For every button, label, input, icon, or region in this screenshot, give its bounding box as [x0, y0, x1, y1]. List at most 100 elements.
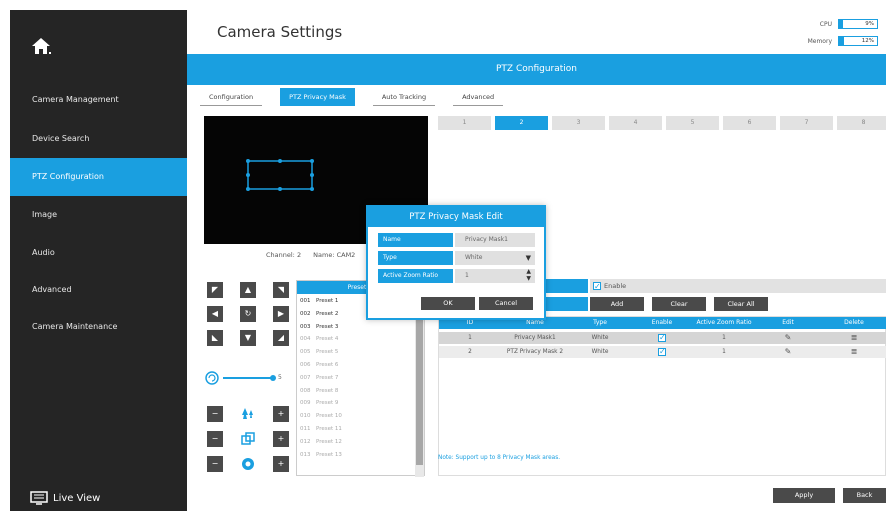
list-item[interactable]: 007 Preset 7 — [300, 372, 338, 384]
memory-value: 12% — [861, 38, 874, 44]
dialog-type-select[interactable]: White ▼ — [455, 251, 535, 265]
pan-right-icon[interactable]: ▶ — [273, 306, 289, 322]
mask-tab-8[interactable]: 8 — [837, 116, 886, 130]
row-enable-checkbox[interactable] — [658, 332, 666, 344]
preset-name: Preset 4 — [316, 336, 339, 343]
preset-id: 012 — [300, 438, 311, 445]
sidebar-item-camera-management[interactable]: Camera Management — [10, 81, 187, 119]
pan-up-icon[interactable]: ▲ — [240, 282, 256, 298]
sidebar-item-image[interactable]: Image — [10, 196, 187, 234]
mask-tab-6[interactable]: 6 — [723, 116, 776, 130]
list-item[interactable]: 009 Preset 9 — [300, 397, 338, 409]
preset-id: 002 — [300, 310, 311, 317]
preset-id: 009 — [300, 400, 311, 407]
pan-down-icon[interactable]: ▼ — [240, 330, 256, 346]
preset-name: Preset 5 — [316, 349, 339, 356]
apply-button[interactable]: Apply — [773, 488, 835, 503]
dialog-zoom-stepper[interactable]: 1 ▲ ▼ — [455, 268, 535, 283]
iris-close-icon[interactable]: − — [207, 456, 223, 472]
edit-icon[interactable]: ✎ — [755, 346, 821, 358]
section-header: PTZ Configuration — [187, 54, 886, 85]
dialog-type-label: Type — [378, 251, 453, 265]
mask-tab-4[interactable]: 4 — [609, 116, 662, 130]
rotate-icon[interactable]: ↻ — [240, 306, 256, 322]
row-enable[interactable] — [631, 346, 693, 358]
preset-scrollbar-thumb[interactable] — [416, 295, 423, 465]
memory-meter: Memory 12% — [808, 36, 878, 46]
list-item[interactable]: 008 Preset 8 — [300, 385, 338, 397]
list-item[interactable]: 004 Preset 4 — [300, 333, 338, 345]
stepper-arrows-icon[interactable]: ▲ ▼ — [526, 268, 531, 282]
row-enable-checkbox[interactable] — [658, 346, 666, 358]
pan-up-left-icon[interactable]: ◤ — [207, 282, 223, 298]
mask-tab-7[interactable]: 7 — [780, 116, 833, 130]
preset-id: 007 — [300, 374, 311, 381]
preset-name: Preset 10 — [316, 413, 342, 420]
sidebar-item-device-search[interactable]: Device Search — [10, 120, 187, 158]
sidebar-item-camera-maintenance[interactable]: Camera Maintenance — [10, 308, 187, 346]
list-item[interactable]: 010 Preset 10 — [300, 410, 342, 422]
tab-ptz-privacy-mask[interactable]: PTZ Privacy Mask — [280, 88, 355, 106]
preset-name: Preset 7 — [316, 374, 339, 381]
sidebar-item-ptz-configuration[interactable]: PTZ Configuration — [10, 158, 187, 196]
tab-auto-tracking[interactable]: Auto Tracking — [372, 88, 436, 106]
list-item[interactable]: 001 Preset 1 — [300, 295, 338, 307]
mask-tab-1[interactable]: 1 — [438, 116, 491, 130]
live-view-button[interactable]: Live View — [30, 491, 100, 505]
col-type: Type — [593, 319, 607, 326]
monitor-icon — [30, 491, 48, 505]
enable-checkbox[interactable] — [593, 280, 601, 294]
zoom-in-icon[interactable]: + — [273, 406, 289, 422]
preset-id: 008 — [300, 387, 311, 394]
zoom-out-icon[interactable]: − — [207, 406, 223, 422]
pan-left-icon[interactable]: ◀ — [207, 306, 223, 322]
enable-row[interactable]: Enable — [590, 279, 886, 294]
edit-icon[interactable]: ✎ — [755, 332, 821, 344]
memory-bar: 12% — [838, 36, 878, 46]
focus-near-icon[interactable]: − — [207, 431, 223, 447]
list-item[interactable]: 003 Preset 3 — [300, 321, 338, 333]
pan-down-right-icon[interactable]: ◢ — [273, 330, 289, 346]
memory-label: Memory — [807, 37, 832, 45]
list-item[interactable]: 012 Preset 12 — [300, 436, 342, 448]
tab-configuration[interactable]: Configuration — [200, 88, 263, 106]
preset-id: 005 — [300, 349, 311, 356]
clear-all-button[interactable]: Clear All — [714, 297, 768, 311]
preset-name: Preset 1 — [316, 298, 339, 304]
row-type: White — [591, 349, 609, 355]
iris-open-icon[interactable]: + — [273, 456, 289, 472]
cpu-value: 9% — [865, 21, 874, 27]
table-row[interactable]: 1 Privacy Mask1 White 1 ✎ ≣ — [439, 332, 886, 344]
focus-far-icon[interactable]: + — [273, 431, 289, 447]
dialog-ok-button[interactable]: OK — [421, 297, 475, 310]
delete-icon[interactable]: ≣ — [821, 332, 886, 344]
dialog-type-value: White — [465, 254, 483, 261]
list-item[interactable]: 006 Preset 6 — [300, 359, 338, 371]
channel-name: Name: CAM2 — [313, 251, 356, 259]
delete-icon[interactable]: ≣ — [821, 346, 886, 358]
speed-slider[interactable] — [205, 371, 285, 385]
dialog-cancel-button[interactable]: Cancel — [479, 297, 533, 310]
dialog-name-input[interactable]: Privacy Mask1 — [455, 233, 535, 247]
home-icon[interactable] — [30, 35, 52, 57]
preset-id: 004 — [300, 336, 311, 343]
mask-tab-3[interactable]: 3 — [552, 116, 605, 130]
list-item[interactable]: 002 Preset 2 — [300, 308, 338, 320]
sidebar-item-audio[interactable]: Audio — [10, 234, 187, 272]
add-button[interactable]: Add — [590, 297, 644, 311]
pan-down-left-icon[interactable]: ◣ — [207, 330, 223, 346]
row-enable[interactable] — [631, 332, 693, 344]
list-item[interactable]: 005 Preset 5 — [300, 346, 338, 358]
list-item[interactable]: 013 Preset 13 — [300, 449, 342, 461]
pan-up-right-icon[interactable]: ◥ — [273, 282, 289, 298]
mask-tab-5[interactable]: 5 — [666, 116, 719, 130]
table-row[interactable]: 2 PTZ Privacy Mask 2 White 1 ✎ ≣ — [439, 346, 886, 358]
clear-button[interactable]: Clear — [652, 297, 706, 311]
tab-advanced[interactable]: Advanced — [453, 88, 504, 106]
list-item[interactable]: 011 Preset 11 — [300, 423, 342, 435]
sidebar-item-advanced[interactable]: Advanced — [10, 271, 187, 309]
back-button[interactable]: Back — [843, 488, 886, 503]
privacy-mask-edit-dialog: PTZ Privacy Mask Edit Name Privacy Mask1… — [366, 205, 546, 320]
preset-name: Preset 8 — [316, 387, 339, 394]
mask-tab-2[interactable]: 2 — [495, 116, 548, 130]
